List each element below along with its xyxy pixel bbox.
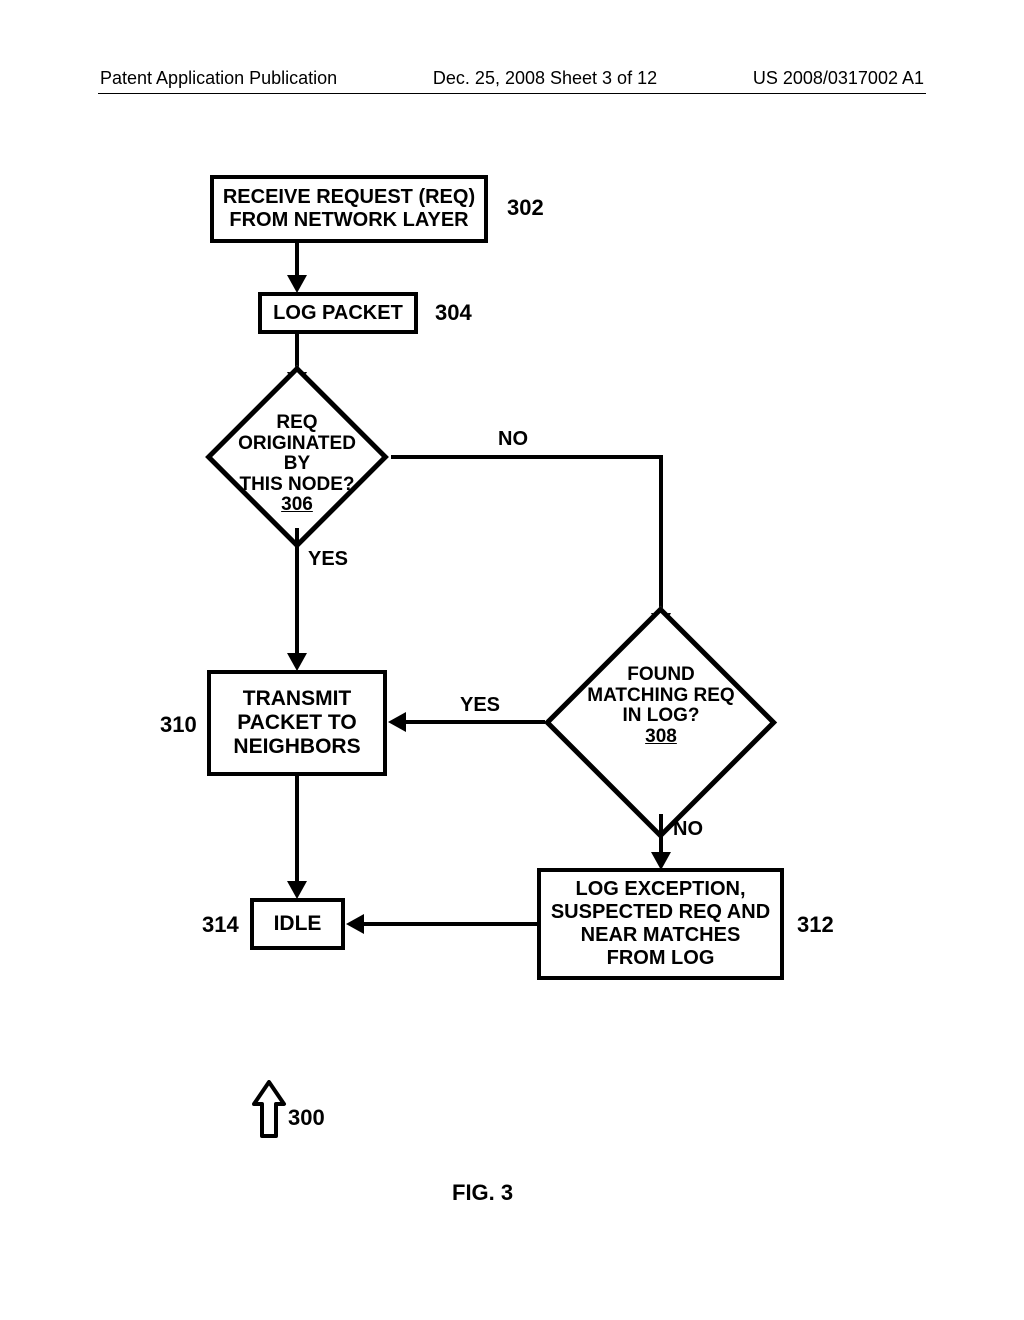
process-receive-request: RECEIVE REQUEST (REQ) FROM NETWORK LAYER — [210, 175, 488, 243]
process-log-packet: LOG PACKET — [258, 292, 418, 334]
edge — [405, 720, 545, 724]
ref-312: 312 — [797, 912, 834, 938]
edge-label-no: NO — [498, 428, 528, 451]
decision-req-originated-label: REQ ORIGINATED BY THIS NODE? 306 — [225, 413, 369, 516]
ref-310: 310 — [160, 712, 197, 738]
ref-308: 308 — [572, 727, 750, 748]
text: LOG EXCEPTION, — [575, 878, 745, 901]
arrowhead-down-icon — [287, 275, 307, 293]
header-right: US 2008/0317002 A1 — [753, 68, 924, 89]
header-rule — [98, 93, 926, 94]
edge — [391, 455, 661, 459]
text: SUSPECTED REQ AND — [551, 901, 770, 924]
edge-label-yes: YES — [460, 694, 500, 717]
text: FOUND — [572, 665, 750, 686]
text: NEIGHBORS — [233, 735, 360, 759]
arrowhead-left-icon — [388, 712, 406, 732]
process-idle: IDLE — [250, 898, 345, 950]
arrowhead-left-icon — [346, 914, 364, 934]
edge — [362, 922, 537, 926]
process-log-exception: LOG EXCEPTION, SUSPECTED REQ AND NEAR MA… — [537, 868, 784, 980]
page: Patent Application Publication Dec. 25, … — [0, 0, 1024, 1320]
text: REQ — [225, 413, 369, 434]
figure-caption: FIG. 3 — [452, 1180, 513, 1206]
text: TRANSMIT — [243, 687, 352, 711]
process-transmit-packet: TRANSMIT PACKET TO NEIGHBORS — [207, 670, 387, 776]
text: LOG PACKET — [273, 302, 403, 325]
arrowhead-down-icon — [287, 653, 307, 671]
text: RECEIVE REQUEST (REQ) — [223, 186, 475, 209]
text: NEAR MATCHES — [581, 924, 741, 947]
ref-302: 302 — [507, 195, 544, 221]
text: FROM LOG — [607, 947, 715, 970]
text: IN LOG? — [572, 706, 750, 727]
header-center: Dec. 25, 2008 Sheet 3 of 12 — [433, 68, 657, 89]
edge — [295, 776, 299, 884]
edge-label-yes: YES — [308, 548, 348, 571]
figure-pointer-icon — [250, 1080, 288, 1140]
text: THIS NODE? — [225, 475, 369, 496]
page-header: Patent Application Publication Dec. 25, … — [100, 68, 924, 89]
edge — [659, 455, 663, 615]
decision-found-matching-label: FOUND MATCHING REQ IN LOG? 308 — [572, 665, 750, 747]
text: IDLE — [274, 912, 322, 936]
arrowhead-down-icon — [287, 881, 307, 899]
text: ORIGINATED BY — [225, 434, 369, 475]
text: MATCHING REQ — [572, 686, 750, 707]
edge — [295, 243, 299, 277]
figure-ref: 300 — [288, 1105, 325, 1131]
ref-306: 306 — [225, 495, 369, 516]
text: FROM NETWORK LAYER — [229, 209, 468, 232]
header-left: Patent Application Publication — [100, 68, 337, 89]
edge — [659, 814, 663, 854]
text: PACKET TO — [237, 711, 356, 735]
edge-label-no: NO — [673, 818, 703, 841]
edge — [295, 528, 299, 656]
ref-314: 314 — [202, 912, 239, 938]
ref-304: 304 — [435, 300, 472, 326]
